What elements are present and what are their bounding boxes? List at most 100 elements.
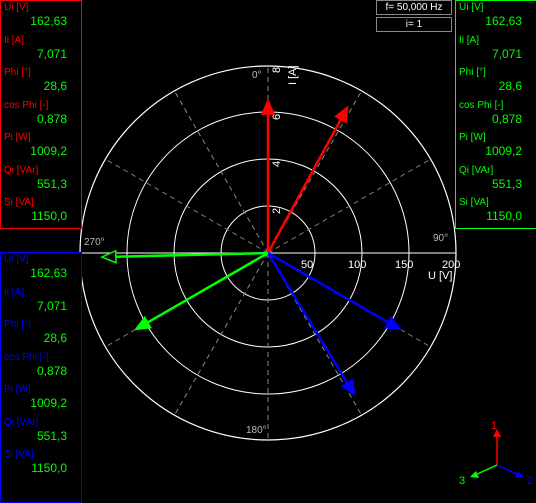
value-label: Qi [VAr] <box>459 164 494 176</box>
angle-label-270: 270° <box>84 237 105 248</box>
value-label: Pi [W] <box>459 132 486 143</box>
value-row: Phi [°] 28,6 <box>1 318 81 351</box>
value-row: Pi [W] 1009,2 <box>456 131 536 164</box>
value-number: 1150,0 <box>31 209 67 223</box>
value-number: 28,6 <box>43 331 67 345</box>
phase-3-panel: Ui [V] 162,63 Ii [A] 7,071 Phi [°] 28,6 cos Ph… <box>455 0 536 229</box>
value-row: Ii [A] 7,071 <box>456 34 536 67</box>
value-number: 7,071 <box>36 298 67 313</box>
grid-spoke <box>173 89 269 254</box>
index-display: i= 1 <box>376 17 452 32</box>
value-number: 162,63 <box>485 14 522 28</box>
value-number: 0,878 <box>36 111 67 126</box>
voltage-phasor-2 <box>267 251 403 331</box>
value-label: Qi [VAr] <box>4 416 39 428</box>
angle-label-0: 0° <box>252 70 262 81</box>
grid-spoke <box>104 158 269 254</box>
vector-head <box>334 105 349 124</box>
current-axis-label: I [A] <box>287 65 299 85</box>
value-row: cos Phi [-] 0,878 <box>456 99 536 132</box>
value-row: Pi [W] 1009,2 <box>1 131 81 164</box>
value-number: 1009,2 <box>30 396 67 410</box>
value-number: 1150,0 <box>31 461 67 475</box>
value-row: Si [VA] 1150,0 <box>1 196 81 229</box>
value-row: cos Phi [-] 0,878 <box>1 99 81 132</box>
phase-1-panel: Ui [V] 162,63 Ii [A] 7,071 Phi [°] 28,6 cos Ph… <box>0 0 82 229</box>
value-row: cos Phi [-] 0,878 <box>1 351 81 384</box>
vector-shaft <box>267 251 389 324</box>
vector-head <box>340 378 356 397</box>
value-row: Ui [V] 162,63 <box>1 253 81 286</box>
value-number: 1150,0 <box>486 209 522 223</box>
voltage-tick-label: 50 <box>301 259 313 271</box>
value-label: cos Phi [-] <box>4 351 49 363</box>
phasor-vectors <box>99 98 403 397</box>
vector-head <box>133 315 152 331</box>
value-label: Si [VA] <box>4 197 34 208</box>
value-label: Phi [°] <box>4 319 31 330</box>
value-row: Qi [VAr] 551,3 <box>456 164 536 197</box>
value-number: 551,3 <box>36 428 67 443</box>
value-label: Phi [°] <box>4 67 31 78</box>
voltage-tick-label: 150 <box>395 259 413 271</box>
vector-shaft <box>115 251 269 258</box>
triad-label-3: 3 <box>459 475 465 487</box>
value-label: Si [VA] <box>4 449 34 460</box>
value-number: 551,3 <box>491 176 522 191</box>
value-label: Ii [A] <box>4 34 25 46</box>
triad-axis-2 <box>496 464 520 476</box>
value-row: Si [VA] 1150,0 <box>456 196 536 229</box>
value-label: Qi [VAr] <box>4 164 39 176</box>
voltage-tick-label: 100 <box>348 259 366 271</box>
value-number: 162,63 <box>30 266 67 280</box>
value-row: Ii [A] 7,071 <box>1 286 81 319</box>
current-tick-label: 6 <box>271 114 283 120</box>
value-label: Ui [V] <box>459 2 484 13</box>
triad-axis-3 <box>474 464 498 476</box>
vector-shaft <box>266 118 342 254</box>
triad-label-2: 2 <box>527 475 533 487</box>
phase-2-panel: Ui [V] 162,63 Ii [A] 7,071 Phi [°] 28,6 cos Ph… <box>0 252 82 503</box>
angle-label-90: 90° <box>433 233 448 244</box>
value-number: 551,3 <box>36 176 67 191</box>
value-label: Ui [V] <box>4 2 29 13</box>
current-tick-label: 4 <box>271 161 283 167</box>
value-row: Phi [°] 28,6 <box>456 66 536 99</box>
value-row: Si [VA] 1150,0 <box>1 448 81 481</box>
value-number: 28,6 <box>498 79 522 93</box>
value-number: 28,6 <box>43 79 67 93</box>
value-number: 0,878 <box>36 363 67 378</box>
vector-head <box>260 98 276 115</box>
value-row: Ui [V] 162,63 <box>456 1 536 34</box>
value-number: 162,63 <box>30 14 67 28</box>
voltage-phasor-3 <box>133 251 269 331</box>
frequency-display: f= 50,000 Hz <box>376 0 452 15</box>
vector-head <box>384 315 403 331</box>
value-row: Ui [V] 162,63 <box>1 1 81 34</box>
value-row: Ii [A] 7,071 <box>1 34 81 67</box>
voltage-phasor-1 <box>260 98 276 253</box>
value-number: 0,878 <box>491 111 522 126</box>
value-label: cos Phi [-] <box>459 99 504 111</box>
value-number: 7,071 <box>491 46 522 61</box>
value-label: Pi [W] <box>4 384 31 395</box>
value-number: 1009,2 <box>485 144 522 158</box>
angle-label-180: 180° <box>246 425 267 436</box>
value-label: Ii [A] <box>4 286 25 298</box>
grid-spoke <box>173 252 269 417</box>
value-label: Si [VA] <box>459 197 489 208</box>
triad-label-1: 1 <box>491 420 497 432</box>
value-label: Ui [V] <box>4 254 29 265</box>
value-row: Qi [VAr] 551,3 <box>1 164 81 197</box>
axis-triad: 1 2 3 <box>459 420 533 487</box>
value-label: Phi [°] <box>459 67 486 78</box>
value-number: 7,071 <box>36 46 67 61</box>
value-label: cos Phi [-] <box>4 99 49 111</box>
value-row: Phi [°] 28,6 <box>1 66 81 99</box>
value-label: Ii [A] <box>459 34 480 46</box>
value-row: Qi [VAr] 551,3 <box>1 416 81 449</box>
current-phasor-2 <box>266 252 356 397</box>
current-tick-label: 8 <box>271 67 283 73</box>
value-row: Pi [W] 1009,2 <box>1 383 81 416</box>
current-tick-label: 2 <box>271 208 283 214</box>
